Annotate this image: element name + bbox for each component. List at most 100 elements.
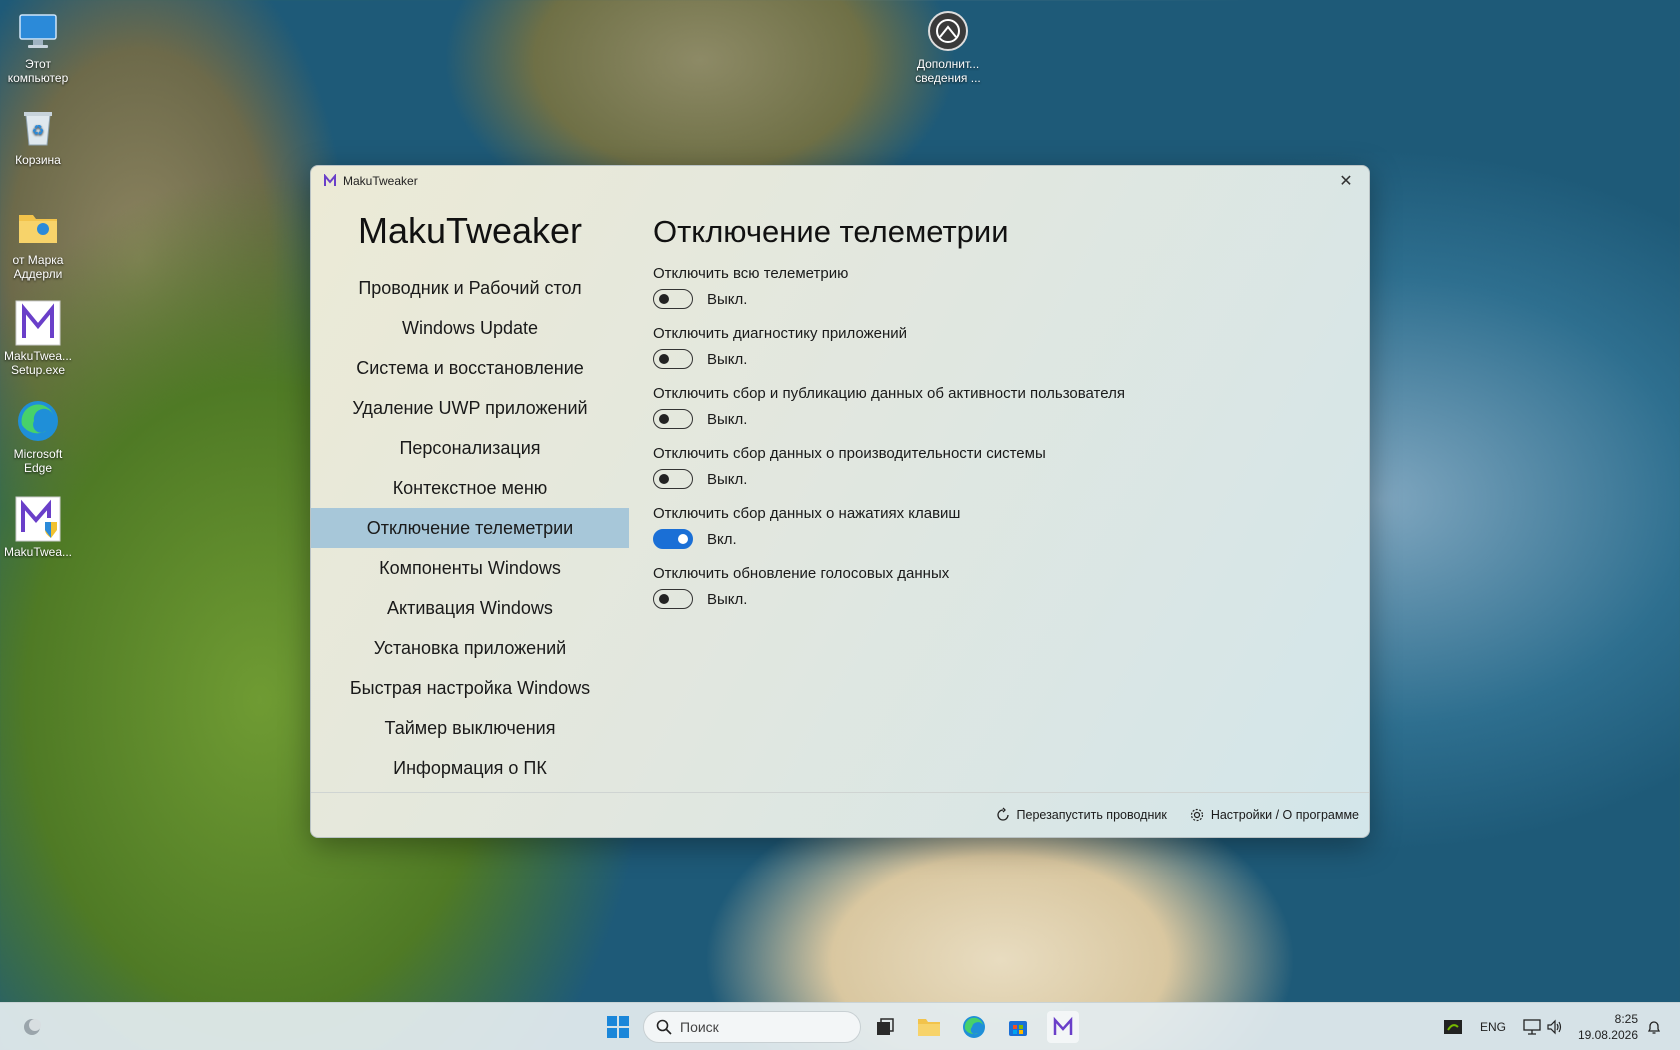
settings-about-label: Настройки / О программе bbox=[1210, 808, 1359, 822]
toggle-switch[interactable] bbox=[653, 529, 693, 549]
toggle-state: Выкл. bbox=[707, 590, 748, 608]
clock-time: 8:25 bbox=[1614, 1012, 1638, 1026]
desktop-icon-label: Корзина bbox=[15, 153, 61, 167]
toggle-state: Выкл. bbox=[707, 290, 748, 308]
app-brand: MakuTweaker bbox=[357, 210, 583, 251]
makutweaker-icon bbox=[15, 300, 61, 346]
windows-logo-icon bbox=[607, 1016, 629, 1038]
close-button[interactable]: ✕ bbox=[1323, 166, 1369, 196]
desktop-icon-extra-info[interactable]: Дополнит... сведения ... bbox=[912, 8, 984, 85]
desktop-icon-label: MakuTwea... bbox=[3, 545, 73, 559]
language-indicator[interactable]: ENG bbox=[1480, 1003, 1506, 1050]
setting-performance-data: Отключить сбор данных о производительнос… bbox=[653, 442, 1369, 502]
svg-text:♻: ♻ bbox=[32, 122, 45, 138]
desktop-icon-makutweaker[interactable]: MakuTwea... bbox=[2, 496, 74, 559]
start-button[interactable] bbox=[602, 1011, 634, 1043]
sidebar-item-quick-setup[interactable]: Быстрая настройка Windows bbox=[311, 668, 629, 708]
sidebar: MakuTweaker Проводник и Рабочий стол Win… bbox=[311, 196, 629, 794]
bell-icon bbox=[1647, 1021, 1661, 1034]
setting-label: Отключить обновление голосовых данных bbox=[653, 565, 950, 582]
close-icon: ✕ bbox=[1339, 173, 1353, 190]
window-footer: Перезапустить проводник Настройки / О пр… bbox=[311, 792, 1369, 837]
setting-label: Отключить всю телеметрию bbox=[653, 265, 849, 282]
store-icon bbox=[1009, 1021, 1027, 1036]
desktop-icon-makutweaker-setup[interactable]: MakuTwea... Setup.exe bbox=[2, 300, 74, 377]
gear-icon bbox=[1190, 808, 1203, 822]
desktop-icon-label: Microsoft Edge bbox=[13, 447, 63, 475]
toggle-switch[interactable] bbox=[653, 409, 693, 429]
sidebar-item-windows-update[interactable]: Windows Update bbox=[311, 308, 629, 348]
taskbar-search[interactable]: Поиск bbox=[643, 1011, 861, 1043]
setting-all-telemetry: Отключить всю телеметрию Выкл. bbox=[653, 262, 1369, 322]
makutweaker-icon bbox=[324, 174, 336, 186]
desktop-icon-folder[interactable]: от Марка Аддерли bbox=[2, 204, 74, 281]
setting-label: Отключить сбор данных о производительнос… bbox=[653, 445, 1046, 462]
toggle-switch[interactable] bbox=[653, 289, 693, 309]
sidebar-item-windows-components[interactable]: Компоненты Windows bbox=[311, 548, 629, 588]
setting-app-diagnostics: Отключить диагностику приложений Выкл. bbox=[653, 322, 1369, 382]
desktop-icon-label: MakuTwea... Setup.exe bbox=[3, 349, 73, 377]
setting-label: Отключить сбор данных о нажатиях клавиш bbox=[653, 505, 961, 522]
widgets-button[interactable] bbox=[16, 1011, 48, 1043]
search-placeholder: Поиск bbox=[680, 1019, 719, 1035]
task-view-button[interactable] bbox=[869, 1011, 901, 1043]
sidebar-item-personalization[interactable]: Персонализация bbox=[311, 428, 629, 468]
sidebar-item-explorer[interactable]: Проводник и Рабочий стол bbox=[311, 268, 629, 308]
toggle-state: Выкл. bbox=[707, 470, 748, 488]
toggle-state: Выкл. bbox=[707, 410, 748, 428]
taskbar: Поиск ENG 8:25 19.08.2026 bbox=[0, 1002, 1680, 1050]
volume-icon[interactable] bbox=[1546, 1003, 1564, 1050]
makutweaker-icon bbox=[1053, 1016, 1073, 1035]
edge-taskbar-button[interactable] bbox=[958, 1011, 990, 1043]
desktop-icon-edge[interactable]: Microsoft Edge bbox=[2, 398, 74, 475]
sidebar-item-shutdown-timer[interactable]: Таймер выключения bbox=[311, 708, 629, 748]
sidebar-item-uwp-removal[interactable]: Удаление UWP приложений bbox=[311, 388, 629, 428]
makutweaker-window: MakuTweaker ✕ MakuTweaker Проводник и Ра… bbox=[310, 165, 1370, 838]
file-explorer-button[interactable] bbox=[913, 1011, 945, 1043]
restart-explorer-button[interactable]: Перезапустить проводник bbox=[995, 807, 1167, 823]
content-panel: Отключение телеметрии Отключить всю теле… bbox=[653, 196, 1369, 794]
edge-icon bbox=[15, 398, 61, 444]
network-icon[interactable] bbox=[1523, 1003, 1541, 1050]
setting-label: Отключить сбор и публикацию данных об ак… bbox=[653, 385, 1125, 402]
desktop-icon-label: Дополнит... сведения ... bbox=[915, 57, 981, 85]
sidebar-item-app-install[interactable]: Установка приложений bbox=[311, 628, 629, 668]
recycle-bin-icon: ♻ bbox=[15, 104, 61, 150]
notification-button[interactable] bbox=[1646, 1003, 1662, 1050]
store-button[interactable] bbox=[1002, 1011, 1034, 1043]
sidebar-nav: Проводник и Рабочий стол Windows Update … bbox=[311, 268, 629, 788]
nvidia-tray-icon[interactable] bbox=[1444, 1003, 1462, 1050]
search-icon bbox=[656, 1019, 672, 1035]
restart-explorer-label: Перезапустить проводник bbox=[1016, 808, 1167, 822]
setting-activity-history: Отключить сбор и публикацию данных об ак… bbox=[653, 382, 1369, 442]
toggle-switch[interactable] bbox=[653, 469, 693, 489]
toggle-state: Выкл. bbox=[707, 350, 748, 368]
refresh-icon bbox=[996, 807, 1009, 821]
taskbar-clock[interactable]: 8:25 19.08.2026 bbox=[1578, 1011, 1638, 1043]
settings-about-button[interactable]: Настройки / О программе bbox=[1189, 807, 1359, 823]
sidebar-item-pc-info[interactable]: Информация о ПК bbox=[311, 748, 629, 788]
sidebar-item-context-menu[interactable]: Контекстное меню bbox=[311, 468, 629, 508]
toggle-switch[interactable] bbox=[653, 589, 693, 609]
toggle-switch[interactable] bbox=[653, 349, 693, 369]
desktop-icon-this-pc[interactable]: Этот компьютер bbox=[2, 8, 74, 85]
makutweaker-taskbar-button[interactable] bbox=[1047, 1011, 1079, 1043]
sidebar-item-system-restore[interactable]: Система и восстановление bbox=[311, 348, 629, 388]
edge-icon bbox=[963, 1016, 985, 1038]
folder-icon bbox=[15, 204, 61, 250]
setting-label: Отключить диагностику приложений bbox=[653, 325, 908, 342]
desktop-icon-label: от Марка Аддерли bbox=[12, 253, 64, 281]
title-bar[interactable]: MakuTweaker bbox=[311, 166, 1369, 196]
sidebar-item-activation[interactable]: Активация Windows bbox=[311, 588, 629, 628]
sidebar-item-telemetry[interactable]: Отключение телеметрии bbox=[311, 508, 629, 548]
clock-date: 19.08.2026 bbox=[1577, 1028, 1638, 1042]
monitor-icon bbox=[15, 8, 61, 54]
makutweaker-shield-icon bbox=[15, 496, 61, 542]
desktop-icon-recycle-bin[interactable]: ♻ Корзина bbox=[2, 104, 74, 167]
setting-keystroke-data: Отключить сбор данных о нажатиях клавиш … bbox=[653, 502, 1369, 562]
task-view-icon bbox=[877, 1018, 894, 1035]
toggle-state: Вкл. bbox=[707, 530, 737, 548]
window-title: MakuTweaker bbox=[343, 174, 418, 188]
desktop-icon-label: Этот компьютер bbox=[7, 57, 69, 85]
folder-icon bbox=[918, 1019, 940, 1036]
